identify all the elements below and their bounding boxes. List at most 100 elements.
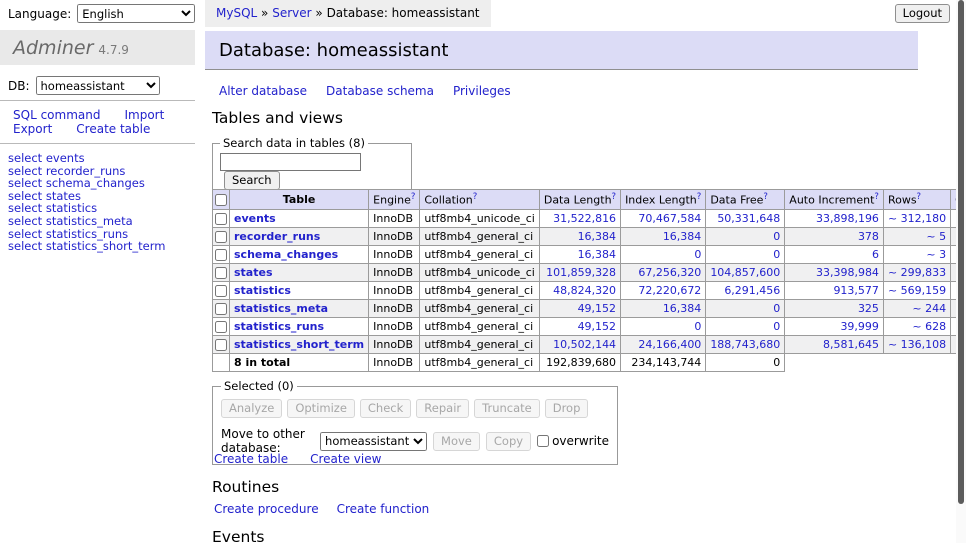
sidebar-link-sql-command[interactable]: SQL command bbox=[13, 109, 100, 123]
index-length-cell: 0 bbox=[621, 317, 706, 335]
table-link-statistics-runs[interactable]: statistics_runs bbox=[234, 320, 324, 333]
total-data-length-cell: 192,839,680 bbox=[539, 353, 620, 371]
create-function-link[interactable]: Create function bbox=[337, 502, 430, 516]
data-length-cell: 16,384 bbox=[539, 245, 620, 263]
routines-links: Create procedure Create function bbox=[214, 502, 429, 516]
table-row: recorder_runsInnoDButf8mb4_general_ci16,… bbox=[213, 227, 966, 245]
rows-cell: ~ 628 bbox=[883, 317, 950, 335]
optimize-button[interactable]: Optimize bbox=[287, 399, 355, 418]
table-link-states[interactable]: states bbox=[234, 266, 273, 279]
table-link-statistics[interactable]: statistics bbox=[234, 284, 291, 297]
overwrite-checkbox[interactable] bbox=[537, 435, 549, 447]
language-label: Language: bbox=[8, 7, 71, 21]
table-link-statistics-meta[interactable]: statistics_meta bbox=[234, 302, 328, 315]
repair-button[interactable]: Repair bbox=[416, 399, 469, 418]
table-name-cell: statistics bbox=[230, 281, 369, 299]
row-checkbox-statistics[interactable] bbox=[215, 285, 227, 297]
scrollbar-thumb[interactable] bbox=[958, 0, 964, 504]
db-select[interactable]: homeassistant bbox=[36, 76, 160, 95]
table-name-cell: events bbox=[230, 209, 369, 227]
copy-button[interactable]: Copy bbox=[486, 432, 531, 451]
total-check-cell bbox=[213, 353, 230, 371]
rows-cell: ~ 244 bbox=[883, 299, 950, 317]
move-database-select[interactable]: homeassistant bbox=[320, 432, 427, 451]
tables-and-views-heading: Tables and views bbox=[212, 109, 343, 127]
column-header-data-length: Data Length? bbox=[539, 190, 620, 210]
selected-buttons-row: Analyze Optimize Check Repair Truncate Drop bbox=[221, 399, 609, 418]
sidebar-table-item: select statistics_short_term bbox=[8, 240, 165, 253]
auto-increment-cell: 913,577 bbox=[785, 281, 884, 299]
row-checkbox-schema-changes[interactable] bbox=[215, 249, 227, 261]
sidebar-link-export[interactable]: Export bbox=[13, 123, 52, 137]
engine-cell: InnoDB bbox=[369, 299, 420, 317]
database-schema-link[interactable]: Database schema bbox=[326, 84, 434, 98]
hint-link[interactable]: ? bbox=[874, 192, 879, 202]
breadcrumb-server-link[interactable]: Server bbox=[272, 6, 311, 20]
sidebar-table-links: select eventsselect recorder_runsselect … bbox=[8, 152, 165, 253]
row-checkbox-statistics-short-term[interactable] bbox=[215, 339, 227, 351]
row-checkbox-statistics-runs[interactable] bbox=[215, 321, 227, 333]
logout-button[interactable]: Logout bbox=[895, 4, 950, 23]
adminer-logo-link[interactable]: Adminer bbox=[13, 37, 93, 59]
select-all-checkbox[interactable] bbox=[215, 194, 227, 206]
engine-cell: InnoDB bbox=[369, 245, 420, 263]
sidebar-select-statistics-short-term[interactable]: select statistics_short_term bbox=[8, 239, 165, 253]
sidebar-link-create-table[interactable]: Create table bbox=[76, 123, 150, 137]
total-data-free-cell: 0 bbox=[706, 353, 785, 371]
language-select[interactable]: English bbox=[77, 4, 195, 23]
sidebar-action-row: Export Create table bbox=[13, 123, 188, 137]
table-link-statistics-short-term[interactable]: statistics_short_term bbox=[234, 338, 364, 351]
engine-cell: InnoDB bbox=[369, 317, 420, 335]
row-checkbox-statistics-meta[interactable] bbox=[215, 303, 227, 315]
hint-link[interactable]: ? bbox=[473, 192, 478, 202]
create-table-link[interactable]: Create table bbox=[214, 452, 288, 466]
create-procedure-link[interactable]: Create procedure bbox=[214, 502, 319, 516]
row-check-cell bbox=[213, 335, 230, 353]
index-length-cell: 24,166,400 bbox=[621, 335, 706, 353]
auto-increment-cell: 6 bbox=[785, 245, 884, 263]
row-checkbox-events[interactable] bbox=[215, 213, 227, 225]
row-check-cell bbox=[213, 263, 230, 281]
data-length-cell: 48,824,320 bbox=[539, 281, 620, 299]
table-name-cell: recorder_runs bbox=[230, 227, 369, 245]
rows-cell: ~ 312,180 bbox=[883, 209, 950, 227]
row-checkbox-recorder-runs[interactable] bbox=[215, 231, 227, 243]
page-scrollbar[interactable] bbox=[956, 0, 966, 543]
table-link-events[interactable]: events bbox=[234, 212, 276, 225]
data-free-cell: 104,857,600 bbox=[706, 263, 785, 281]
analyze-button[interactable]: Analyze bbox=[221, 399, 282, 418]
breadcrumb-mysql-link[interactable]: MySQL bbox=[216, 6, 257, 20]
hint-link[interactable]: ? bbox=[917, 192, 922, 202]
row-check-cell bbox=[213, 281, 230, 299]
search-button[interactable]: Search bbox=[224, 171, 280, 190]
row-checkbox-states[interactable] bbox=[215, 267, 227, 279]
table-name-cell: states bbox=[230, 263, 369, 281]
hint-link[interactable]: ? bbox=[411, 192, 416, 202]
drop-button[interactable]: Drop bbox=[545, 399, 589, 418]
hint-link[interactable]: ? bbox=[612, 192, 617, 202]
sidebar-link-import[interactable]: Import bbox=[124, 109, 164, 123]
create-view-link[interactable]: Create view bbox=[310, 452, 381, 466]
hint-link[interactable]: ? bbox=[763, 192, 768, 202]
privileges-link[interactable]: Privileges bbox=[453, 84, 511, 98]
alter-database-link[interactable]: Alter database bbox=[219, 84, 307, 98]
db-selector-row: DB: homeassistant bbox=[8, 76, 160, 95]
table-link-recorder-runs[interactable]: recorder_runs bbox=[234, 230, 320, 243]
collation-cell: utf8mb4_unicode_ci bbox=[420, 263, 539, 281]
column-header-auto-increment: Auto Increment? bbox=[785, 190, 884, 210]
move-label: Move to other database: bbox=[221, 427, 314, 455]
breadcrumb-separator: » bbox=[315, 6, 322, 20]
hint-link[interactable]: ? bbox=[697, 192, 702, 202]
table-name-cell: statistics_short_term bbox=[230, 335, 369, 353]
breadcrumb-separator: » bbox=[261, 6, 268, 20]
breadcrumb: MySQL » Server » Database: homeassistant bbox=[205, 0, 491, 27]
search-input[interactable] bbox=[220, 153, 361, 171]
column-header-table: Table bbox=[230, 190, 369, 210]
total-empty-area bbox=[785, 353, 966, 371]
check-button[interactable]: Check bbox=[360, 399, 411, 418]
table-link-schema-changes[interactable]: schema_changes bbox=[234, 248, 338, 261]
truncate-button[interactable]: Truncate bbox=[474, 399, 540, 418]
data-length-cell: 49,152 bbox=[539, 317, 620, 335]
move-row: Move to other database: homeassistant Mo… bbox=[221, 427, 609, 455]
move-button[interactable]: Move bbox=[433, 432, 480, 451]
